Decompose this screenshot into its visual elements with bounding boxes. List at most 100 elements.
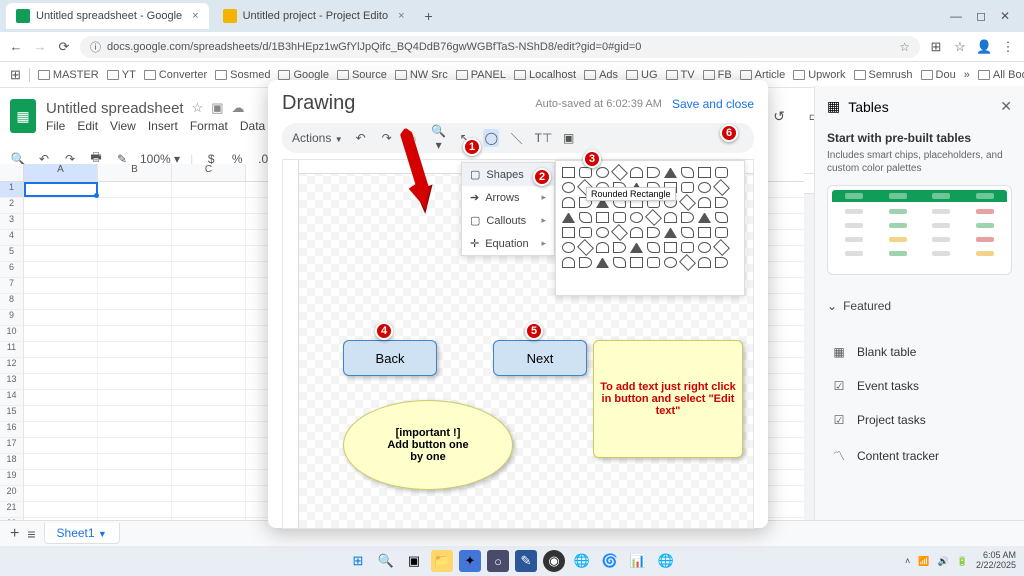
clock[interactable]: 6:05 AM 2/22/2025 (976, 551, 1016, 571)
menu-file[interactable]: File (46, 119, 65, 133)
row-header[interactable]: 3 (0, 214, 24, 229)
shape-option[interactable] (715, 167, 728, 178)
volume-icon[interactable]: 🔊 (938, 556, 949, 567)
template-content-tracker[interactable]: 〽Content tracker (827, 437, 1012, 474)
cell[interactable] (172, 406, 246, 421)
bookmark-item[interactable]: Source (337, 69, 387, 81)
shape-option[interactable] (698, 242, 711, 253)
menu-data[interactable]: Data (240, 119, 265, 133)
cell[interactable] (24, 326, 98, 341)
bookmark-item[interactable]: PANEL (456, 69, 506, 81)
shape-option[interactable] (562, 257, 575, 268)
cell[interactable] (24, 230, 98, 245)
star-icon[interactable]: ☆ (192, 100, 204, 116)
cell[interactable] (24, 422, 98, 437)
cell[interactable] (24, 486, 98, 501)
bookmark-item[interactable]: Semrush (854, 69, 913, 81)
back-icon[interactable]: ← (8, 39, 24, 54)
menu-edit[interactable]: Edit (77, 119, 98, 133)
browser-tab-active[interactable]: Untitled spreadsheet - Google × (6, 3, 209, 29)
row-header[interactable]: 14 (0, 390, 24, 405)
bookmark-overflow[interactable]: » (964, 69, 970, 81)
shape-tool-icon[interactable]: ◯ (483, 129, 499, 147)
cell[interactable] (24, 182, 98, 197)
tab-close-icon[interactable]: × (192, 10, 198, 22)
shape-option[interactable] (579, 167, 592, 178)
row-header[interactable]: 17 (0, 438, 24, 453)
shape-option[interactable] (562, 227, 575, 238)
featured-toggle[interactable]: ⌄ Featured (827, 293, 1012, 319)
shape-option[interactable] (579, 227, 592, 238)
row-header[interactable]: 18 (0, 454, 24, 469)
add-sheet-icon[interactable]: + (10, 525, 19, 543)
col-header-a[interactable]: A (24, 164, 98, 181)
row-header[interactable]: 1 (0, 182, 24, 197)
shape-option[interactable] (715, 227, 728, 238)
row-header[interactable]: 5 (0, 246, 24, 261)
search-icon[interactable]: 🔍 (375, 550, 397, 572)
cell[interactable] (24, 390, 98, 405)
forward-icon[interactable]: → (32, 39, 48, 54)
cell[interactable] (98, 246, 172, 261)
task-view-icon[interactable]: ▣ (403, 550, 425, 572)
row-header[interactable]: 20 (0, 486, 24, 501)
bookmark-item[interactable]: Converter (144, 69, 207, 81)
row-header[interactable]: 16 (0, 422, 24, 437)
cell[interactable] (172, 294, 246, 309)
row-header[interactable]: 6 (0, 262, 24, 277)
all-bookmarks[interactable]: All Bookmarks (978, 69, 1024, 81)
bookmark-item[interactable]: Article (740, 69, 786, 81)
app-icon[interactable]: ✎ (515, 550, 537, 572)
new-tab-button[interactable]: + (419, 8, 439, 24)
row-header[interactable]: 10 (0, 326, 24, 341)
cell[interactable] (98, 374, 172, 389)
image-icon[interactable]: ▣ (561, 131, 577, 145)
drawn-back-button[interactable]: Back (343, 340, 437, 376)
cell[interactable] (172, 454, 246, 469)
shape-option[interactable] (579, 212, 592, 223)
cell[interactable] (172, 198, 246, 213)
cell[interactable] (172, 342, 246, 357)
bookmark-item[interactable]: Dou (921, 69, 956, 81)
cell[interactable] (24, 358, 98, 373)
shape-menu-equation[interactable]: ✛Equation▸ (462, 232, 554, 255)
shape-option[interactable] (611, 164, 628, 181)
cell[interactable] (98, 214, 172, 229)
canary-icon[interactable]: 🌐 (655, 550, 677, 572)
app-icon[interactable]: ✦ (459, 550, 481, 572)
shape-option[interactable] (664, 167, 677, 178)
cell[interactable] (24, 502, 98, 517)
edge-icon[interactable]: 🌀 (599, 550, 621, 572)
cell[interactable] (172, 230, 246, 245)
bookmark-item[interactable]: MASTER (38, 69, 99, 81)
shape-option[interactable] (698, 182, 711, 193)
cell[interactable] (172, 262, 246, 277)
cell[interactable] (98, 310, 172, 325)
bookmark-item[interactable]: YT (107, 69, 136, 81)
shape-option[interactable] (562, 167, 575, 178)
cell[interactable] (98, 470, 172, 485)
cell[interactable] (24, 246, 98, 261)
cell[interactable] (98, 278, 172, 293)
sheet-tab[interactable]: Sheet1 ▼ (44, 523, 120, 544)
cell[interactable] (24, 294, 98, 309)
bookmark-star-icon[interactable]: ☆ (952, 39, 968, 55)
shape-option[interactable] (681, 182, 694, 193)
shape-option[interactable] (698, 227, 711, 238)
extensions-icon[interactable]: ⊞ (928, 39, 944, 55)
chevron-up-icon[interactable]: ˄ (905, 556, 910, 566)
menu-format[interactable]: Format (190, 119, 228, 133)
address-bar[interactable]: ⓘ docs.google.com/spreadsheets/d/1B3hHEp… (80, 36, 920, 58)
shape-option[interactable] (613, 257, 626, 268)
cell[interactable] (24, 278, 98, 293)
line-icon[interactable]: ＼ (509, 130, 525, 147)
doc-title[interactable]: Untitled spreadsheet (46, 100, 184, 117)
row-header[interactable]: 19 (0, 470, 24, 485)
shape-option[interactable] (562, 212, 575, 223)
tab-close-icon[interactable]: × (398, 10, 404, 22)
cell[interactable] (172, 246, 246, 261)
row-header[interactable]: 8 (0, 294, 24, 309)
shape-option[interactable] (664, 242, 677, 253)
shape-option[interactable] (562, 242, 575, 253)
battery-icon[interactable]: 🔋 (957, 556, 968, 567)
